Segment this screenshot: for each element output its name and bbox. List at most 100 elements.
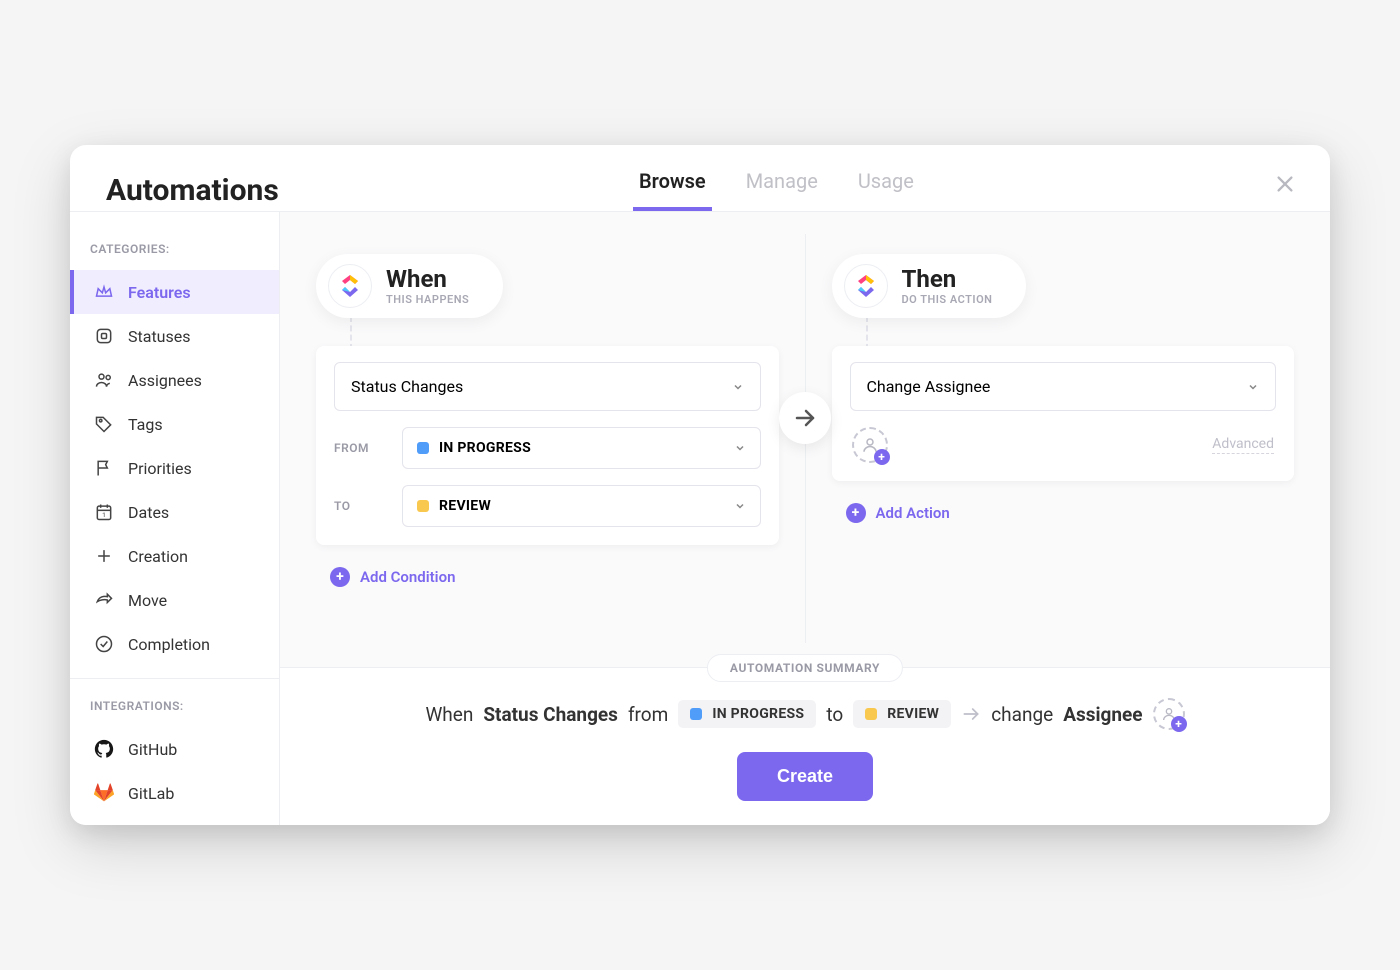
sidebar-item-dates[interactable]: 1 Dates [70, 490, 279, 534]
sidebar-item-label: Tags [128, 415, 163, 434]
sidebar-divider [70, 678, 279, 679]
main-area: When THIS HAPPENS Status Changes [280, 212, 1330, 825]
tab-bar: Browse Manage Usage [259, 169, 1294, 211]
sidebar-item-label: Move [128, 591, 167, 610]
automations-modal: Automations Browse Manage Usage CATEGORI… [70, 145, 1330, 825]
to-status-select[interactable]: REVIEW [402, 485, 761, 527]
then-column: Then DO THIS ACTION Change Assignee [832, 254, 1295, 643]
sidebar-item-gitlab[interactable]: GitLab [70, 771, 279, 815]
flag-icon [94, 458, 114, 478]
summary-text: When Status Changes from IN PROGRESS to … [316, 698, 1294, 730]
plus-circle-icon: + [846, 503, 866, 523]
gitlab-icon [94, 783, 114, 803]
when-title: When [386, 267, 469, 291]
add-condition-label: Add Condition [360, 568, 455, 586]
sidebar: CATEGORIES: Features Statuses Assignees [70, 212, 280, 825]
to-label: TO [334, 499, 386, 513]
svg-text:1: 1 [102, 511, 106, 519]
sidebar-item-tags[interactable]: Tags [70, 402, 279, 446]
add-assignee-button[interactable]: + [852, 427, 888, 463]
clickup-logo-icon [328, 264, 372, 308]
plus-badge-icon: + [1171, 716, 1187, 732]
then-header: Then DO THIS ACTION [832, 254, 1027, 318]
tab-usage[interactable]: Usage [858, 169, 914, 211]
chevron-down-icon [734, 442, 746, 454]
plus-icon [94, 546, 114, 566]
sidebar-item-label: Features [128, 283, 191, 302]
action-select[interactable]: Change Assignee [850, 362, 1277, 411]
crown-icon [94, 282, 114, 302]
calendar-icon: 1 [94, 502, 114, 522]
close-button[interactable] [1274, 173, 1296, 195]
advanced-link[interactable]: Advanced [1212, 436, 1274, 454]
modal-body: CATEGORIES: Features Statuses Assignees [70, 211, 1330, 825]
arrow-right-icon [961, 704, 981, 724]
status-color-icon [417, 442, 429, 454]
sidebar-item-label: GitHub [128, 740, 177, 759]
summary-trigger: Status Changes [483, 703, 618, 726]
plus-badge-icon: + [874, 449, 890, 465]
sidebar-item-priorities[interactable]: Priorities [70, 446, 279, 490]
tag-icon [94, 414, 114, 434]
to-status-value: REVIEW [439, 498, 491, 514]
categories-label: CATEGORIES: [70, 234, 279, 270]
summary-change-word: change [991, 703, 1053, 726]
automation-summary: AUTOMATION SUMMARY When Status Changes f… [280, 667, 1330, 825]
when-column: When THIS HAPPENS Status Changes [316, 254, 779, 643]
modal-header: Automations Browse Manage Usage [70, 145, 1330, 211]
when-card: Status Changes FROM IN PROGRESS [316, 346, 779, 545]
when-header: When THIS HAPPENS [316, 254, 503, 318]
chevron-down-icon [732, 381, 744, 393]
chevron-down-icon [734, 500, 746, 512]
square-icon [94, 326, 114, 346]
sidebar-item-features[interactable]: Features [70, 270, 279, 314]
add-action-label: Add Action [876, 504, 950, 522]
sidebar-item-label: Statuses [128, 327, 191, 346]
summary-label: AUTOMATION SUMMARY [707, 654, 903, 682]
sidebar-item-github[interactable]: GitHub [70, 727, 279, 771]
chevron-down-icon [1247, 381, 1259, 393]
summary-when: When [425, 703, 473, 726]
automation-builder: When THIS HAPPENS Status Changes [280, 212, 1330, 667]
check-circle-icon [94, 634, 114, 654]
flow-arrow-icon [779, 392, 831, 444]
trigger-value: Status Changes [351, 377, 463, 396]
sidebar-item-creation[interactable]: Creation [70, 534, 279, 578]
when-subtitle: THIS HAPPENS [386, 293, 469, 306]
sidebar-item-label: Dates [128, 503, 169, 522]
sidebar-item-statuses[interactable]: Statuses [70, 314, 279, 358]
action-value: Change Assignee [867, 377, 991, 396]
sidebar-item-label: Assignees [128, 371, 202, 390]
summary-from-word: from [628, 703, 668, 726]
then-title: Then [902, 267, 993, 291]
add-condition-button[interactable]: + Add Condition [316, 567, 779, 587]
from-status-select[interactable]: IN PROGRESS [402, 427, 761, 469]
share-icon [94, 590, 114, 610]
status-color-icon [417, 500, 429, 512]
add-action-button[interactable]: + Add Action [832, 503, 1295, 523]
summary-to-word: to [826, 703, 843, 726]
status-color-icon [865, 708, 877, 720]
create-button[interactable]: Create [737, 752, 873, 801]
sidebar-item-label: Completion [128, 635, 210, 654]
then-subtitle: DO THIS ACTION [902, 293, 993, 306]
modal-title: Automations [106, 173, 279, 208]
from-status-value: IN PROGRESS [439, 440, 531, 456]
sidebar-item-label: Creation [128, 547, 188, 566]
sidebar-item-completion[interactable]: Completion [70, 622, 279, 666]
then-card: Change Assignee + Advanced [832, 346, 1295, 481]
tab-browse[interactable]: Browse [639, 169, 706, 211]
sidebar-item-assignees[interactable]: Assignees [70, 358, 279, 402]
github-icon [94, 739, 114, 759]
summary-target: Assignee [1063, 703, 1142, 726]
users-icon [94, 370, 114, 390]
status-color-icon [690, 708, 702, 720]
sidebar-item-move[interactable]: Move [70, 578, 279, 622]
tab-manage[interactable]: Manage [746, 169, 818, 211]
trigger-select[interactable]: Status Changes [334, 362, 761, 411]
summary-from-chip: IN PROGRESS [678, 700, 816, 728]
summary-assignee-icon[interactable]: + [1153, 698, 1185, 730]
integrations-label: INTEGRATIONS: [70, 691, 279, 727]
clickup-logo-icon [844, 264, 888, 308]
sidebar-item-label: Priorities [128, 459, 192, 478]
